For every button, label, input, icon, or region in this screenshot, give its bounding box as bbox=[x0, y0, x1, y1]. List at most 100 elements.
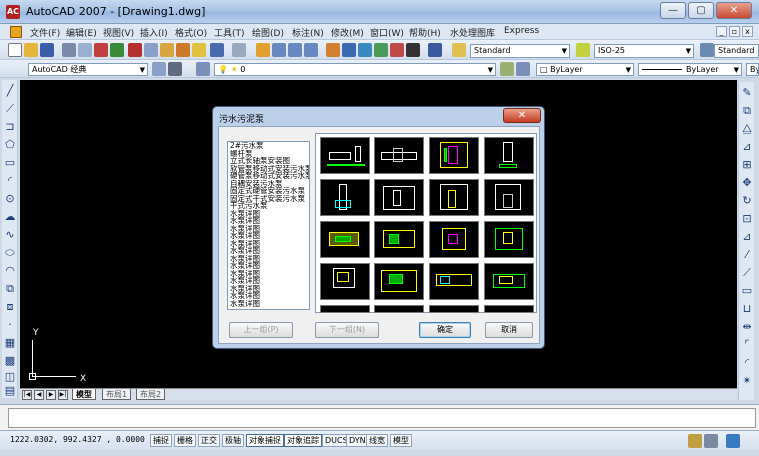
list-item[interactable]: 立式长轴泵安装图 bbox=[228, 157, 309, 165]
communication-center-icon[interactable] bbox=[688, 434, 702, 448]
menu-view[interactable]: 视图(V) bbox=[103, 26, 134, 39]
ellipse-arc-icon[interactable]: ◠ bbox=[3, 264, 17, 278]
trim-icon[interactable]: ⁄ bbox=[740, 248, 754, 262]
move-icon[interactable]: ✥ bbox=[740, 176, 754, 190]
layer-combo[interactable]: 💡 ☀ 0 ▼ bbox=[214, 63, 496, 76]
redo-icon[interactable] bbox=[232, 43, 246, 57]
chamfer-icon[interactable]: ⌜ bbox=[740, 338, 754, 352]
text-style-icon[interactable] bbox=[452, 43, 466, 57]
save-icon[interactable] bbox=[40, 43, 54, 57]
pump-thumbnail[interactable] bbox=[374, 305, 424, 313]
dim-style-icon[interactable] bbox=[576, 43, 590, 57]
make-current-layer-icon[interactable] bbox=[500, 62, 514, 76]
last-tab-icon[interactable]: ▶| bbox=[58, 390, 68, 400]
undo-icon[interactable] bbox=[210, 43, 224, 57]
offset-icon[interactable]: ⊿ bbox=[740, 140, 754, 154]
maximize-button[interactable]: ▢ bbox=[688, 2, 714, 19]
match-properties-icon[interactable] bbox=[176, 43, 190, 57]
zoom-previous-icon[interactable] bbox=[304, 43, 318, 57]
mdi-restore-button[interactable]: ▫ bbox=[729, 26, 740, 37]
menu-dimension[interactable]: 标注(N) bbox=[292, 26, 324, 39]
markup-icon[interactable] bbox=[390, 43, 404, 57]
table-icon[interactable]: ▤ bbox=[3, 384, 17, 398]
list-item[interactable]: 自耦安装污水泵 bbox=[228, 180, 309, 188]
pump-thumbnail[interactable] bbox=[429, 137, 479, 174]
paste-icon[interactable] bbox=[160, 43, 174, 57]
tab-layout1[interactable]: 布局1 bbox=[102, 389, 132, 400]
snap-toggle[interactable]: 捕捉 bbox=[150, 434, 172, 447]
tool-palettes-icon[interactable] bbox=[358, 43, 372, 57]
pump-thumbnail[interactable] bbox=[320, 221, 370, 258]
list-item[interactable]: 2#污水泵 bbox=[228, 142, 309, 150]
pump-thumbnail[interactable] bbox=[320, 263, 370, 300]
gradient-icon[interactable]: ▩ bbox=[3, 354, 17, 368]
break-point-icon[interactable]: ▭ bbox=[740, 284, 754, 298]
copy-icon[interactable] bbox=[144, 43, 158, 57]
list-item[interactable]: 水泵详图 bbox=[228, 240, 309, 248]
pump-thumbnail[interactable] bbox=[429, 263, 479, 300]
tab-model[interactable]: 模型 bbox=[72, 389, 96, 400]
lineweight-toggle[interactable]: 线宽 bbox=[366, 434, 388, 447]
pump-thumbnail[interactable] bbox=[320, 179, 370, 216]
pump-thumbnail[interactable] bbox=[484, 179, 534, 216]
construction-line-icon[interactable]: ⟋ bbox=[3, 102, 17, 116]
pump-thumbnail[interactable] bbox=[484, 137, 534, 174]
copy-object-icon[interactable]: ⧉ bbox=[740, 104, 754, 118]
list-item[interactable]: 软管泵移动式安装污水泵 bbox=[228, 165, 309, 173]
list-item[interactable]: 水泵详图 bbox=[228, 232, 309, 240]
table-style-icon[interactable] bbox=[700, 43, 714, 57]
list-item[interactable]: 水泵详图 bbox=[228, 262, 309, 270]
pump-thumbnail[interactable] bbox=[484, 305, 534, 313]
text-style-combo[interactable]: Standard ▼ bbox=[470, 44, 570, 58]
workspace-settings-icon[interactable] bbox=[152, 62, 166, 76]
sheet-set-icon[interactable] bbox=[374, 43, 388, 57]
pump-thumbnail[interactable] bbox=[374, 221, 424, 258]
lineweight-combo[interactable]: ByLa bbox=[746, 63, 759, 76]
prev-group-button[interactable]: 上一组(P) bbox=[229, 322, 293, 338]
arc-icon[interactable]: ◜ bbox=[3, 174, 17, 188]
rectangle-icon[interactable]: ▭ bbox=[3, 156, 17, 170]
dialog-close-button[interactable]: ✕ bbox=[503, 108, 541, 123]
pump-thumbnail[interactable] bbox=[484, 221, 534, 258]
pump-list[interactable]: 2#污水泵 螺杆泵 立式长轴泵安装图 软管泵移动式安装污水泵 硬管泵移动式安装污… bbox=[227, 141, 310, 310]
pump-thumbnail[interactable] bbox=[374, 137, 424, 174]
tab-layout2[interactable]: 布局2 bbox=[136, 389, 166, 400]
minimize-button[interactable]: — bbox=[660, 2, 686, 19]
region-icon[interactable]: ◫ bbox=[3, 370, 17, 384]
list-item[interactable]: 螺杆泵 bbox=[228, 150, 309, 158]
cancel-button[interactable]: 取消 bbox=[485, 322, 533, 338]
hatch-icon[interactable]: ▦ bbox=[3, 336, 17, 350]
menu-edit[interactable]: 编辑(E) bbox=[66, 26, 97, 39]
explode-icon[interactable]: ✴ bbox=[740, 374, 754, 388]
pump-thumbnail[interactable] bbox=[374, 263, 424, 300]
extend-icon[interactable]: ⟋ bbox=[740, 266, 754, 280]
menu-insert[interactable]: 插入(I) bbox=[140, 26, 168, 39]
design-center-icon[interactable] bbox=[342, 43, 356, 57]
grid-toggle[interactable]: 栅格 bbox=[174, 434, 196, 447]
fillet-icon[interactable]: ◜ bbox=[740, 356, 754, 370]
workspace-combo[interactable]: AutoCAD 经典 ▼ bbox=[28, 63, 148, 76]
point-icon[interactable]: · bbox=[3, 318, 17, 332]
new-icon[interactable] bbox=[8, 43, 22, 57]
prev-tab-icon[interactable]: ◀ bbox=[34, 390, 44, 400]
list-item[interactable]: 水泵详图 bbox=[228, 285, 309, 293]
command-input[interactable] bbox=[8, 408, 756, 428]
polyline-icon[interactable]: ⊐ bbox=[3, 120, 17, 134]
list-item[interactable]: 干式污水泵 bbox=[228, 202, 309, 210]
osnap-toggle[interactable]: 对象捕捉 bbox=[246, 434, 284, 447]
menu-express[interactable]: Express bbox=[504, 26, 539, 36]
table-style-combo[interactable]: Standard bbox=[714, 44, 759, 58]
menu-draw[interactable]: 绘图(D) bbox=[252, 26, 284, 39]
pump-thumbnail[interactable] bbox=[429, 179, 479, 216]
model-toggle[interactable]: 模型 bbox=[390, 434, 412, 447]
otrack-toggle[interactable]: 对象追踪 bbox=[284, 434, 322, 447]
list-item[interactable]: 水泵详图 bbox=[228, 247, 309, 255]
list-item[interactable]: 水泵详图 bbox=[228, 270, 309, 278]
cut-icon[interactable] bbox=[128, 43, 142, 57]
help-icon[interactable] bbox=[428, 43, 442, 57]
list-item[interactable]: 水泵详图 bbox=[228, 210, 309, 218]
list-item[interactable]: 水泵详图 bbox=[228, 292, 309, 300]
list-item[interactable]: 水泵详图 bbox=[228, 277, 309, 285]
publish-icon[interactable] bbox=[94, 43, 108, 57]
polar-toggle[interactable]: 极轴 bbox=[222, 434, 244, 447]
